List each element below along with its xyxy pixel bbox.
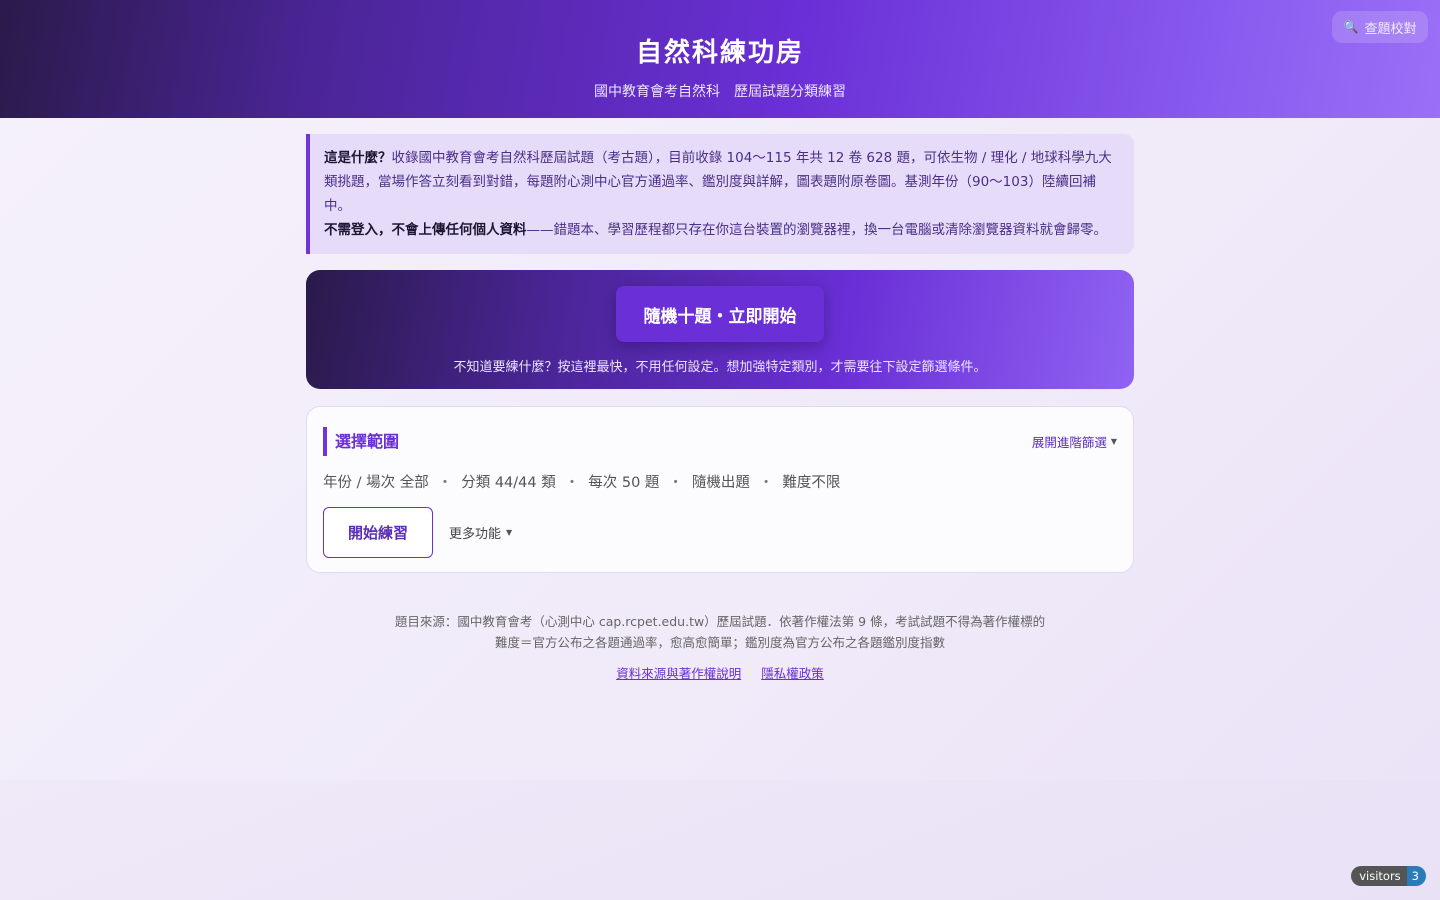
random-ten-button[interactable]: 隨機十題・立即開始 — [616, 286, 824, 342]
lookup-button-label: 查題校對 — [1364, 21, 1417, 37]
intro-text-1: 收錄國中教育會考自然科歷屆試題（考古題），目前收錄 104～115 年共 12 … — [324, 150, 1112, 214]
intro-text-2: ——錯題本、學習歷程都只存在你這台裝置的瀏覽器裡，換一台電腦或清除瀏覽器資料就會… — [526, 222, 1108, 238]
summary-count: 每次 50 題 — [588, 475, 660, 491]
summary-order: 隨機出題 — [691, 475, 750, 491]
scope-summary: 年份 / 場次 全部 ・ 分類 44/44 類 ・ 每次 50 題 ・ 隨機出題… — [323, 471, 1117, 492]
start-practice-button[interactable]: 開始練習 — [323, 507, 433, 558]
summary-categories: 分類 44/44 類 — [461, 475, 556, 491]
footer-difficulty-note: 難度＝官方公布之各題通過率，愈高愈簡單；鑑別度為官方公布之各題鑑別度指數 — [494, 635, 945, 650]
summary-difficulty: 難度不限 — [782, 475, 841, 491]
footer-source-note: 題目來源：國中教育會考（心測中心 cap.rcpet.edu.tw）歷屆試題．依… — [394, 614, 1046, 629]
visitors-badge: visitors 3 — [1351, 866, 1426, 886]
intro-paragraph-1: 這是什麼？收錄國中教育會考自然科歷屆試題（考古題），目前收錄 104～115 年… — [324, 146, 1120, 218]
site-title: 自然科練功房 — [635, 38, 804, 68]
site-subtitle: 國中教育會考自然科 歷屆試題分類練習 — [0, 81, 1440, 101]
summary-separator: ・ — [668, 475, 683, 491]
scope-header: 選擇範圍 展開進階篩選 ▼ — [323, 427, 1117, 456]
main-area: 這是什麼？收錄國中教育會考自然科歷屆試題（考古題），目前收錄 104～115 年… — [0, 118, 1440, 780]
footer-links: 資料來源與著作權說明 隱私權政策 — [306, 663, 1134, 684]
intro-box: 這是什麼？收錄國中教育會考自然科歷屆試題（考古題），目前收錄 104～115 年… — [306, 134, 1134, 254]
subtitle-part-2: 歷屆試題分類練習 — [734, 84, 846, 100]
summary-separator: ・ — [758, 475, 774, 491]
more-features-label: 更多功能 — [449, 527, 502, 542]
more-features-button[interactable]: 更多功能 ▼ — [449, 523, 512, 542]
magnifier-icon: 🔍 — [1343, 20, 1359, 34]
summary-years: 年份 / 場次 全部 — [323, 475, 429, 491]
intro-bold-2: 不需登入，不會上傳任何個人資料 — [324, 222, 527, 238]
summary-separator: ・ — [564, 475, 580, 491]
privacy-policy-link[interactable]: 隱私權政策 — [761, 666, 824, 681]
subtitle-part-1: 國中教育會考自然科 — [594, 84, 720, 100]
quick-start-card: 隨機十題・立即開始 不知道要練什麼？按這裡最快，不用任何設定。想加強特定類別，才… — [306, 270, 1134, 389]
visitors-label: visitors — [1351, 866, 1407, 886]
summary-separator: ・ — [437, 475, 453, 491]
intro-bold-1: 這是什麼？ — [324, 150, 392, 166]
footer: 題目來源：國中教育會考（心測中心 cap.rcpet.edu.tw）歷屆試題．依… — [306, 611, 1134, 684]
source-copyright-link[interactable]: 資料來源與著作權說明 — [616, 666, 741, 681]
site-header: 自然科練功房 國中教育會考自然科 歷屆試題分類練習 🔍 查題校對 — [0, 0, 1440, 118]
expand-advanced-filter-link[interactable]: 展開進階篩選 ▼ — [1032, 432, 1117, 451]
intro-paragraph-2: 不需登入，不會上傳任何個人資料——錯題本、學習歷程都只存在你這台裝置的瀏覽器裡，… — [324, 218, 1120, 242]
expand-link-label: 展開進階篩選 — [1031, 435, 1107, 450]
quick-start-hint: 不知道要練什麼？按這裡最快，不用任何設定。想加強特定類別，才需要往下設定篩選條件… — [453, 360, 987, 375]
scope-card: 選擇範圍 展開進階篩選 ▼ 年份 / 場次 全部 ・ 分類 44/44 類 ・ … — [306, 406, 1134, 573]
visitors-count: 3 — [1406, 866, 1426, 886]
lookup-button[interactable]: 🔍 查題校對 — [1332, 11, 1428, 43]
scope-title: 選擇範圍 — [323, 427, 399, 456]
scope-actions: 開始練習 更多功能 ▼ — [323, 507, 1117, 558]
main-container: 這是什麼？收錄國中教育會考自然科歷屆試題（考古題），目前收錄 104～115 年… — [306, 118, 1134, 684]
caret-down-icon: ▼ — [1110, 437, 1117, 446]
caret-down-icon: ▼ — [506, 528, 513, 537]
